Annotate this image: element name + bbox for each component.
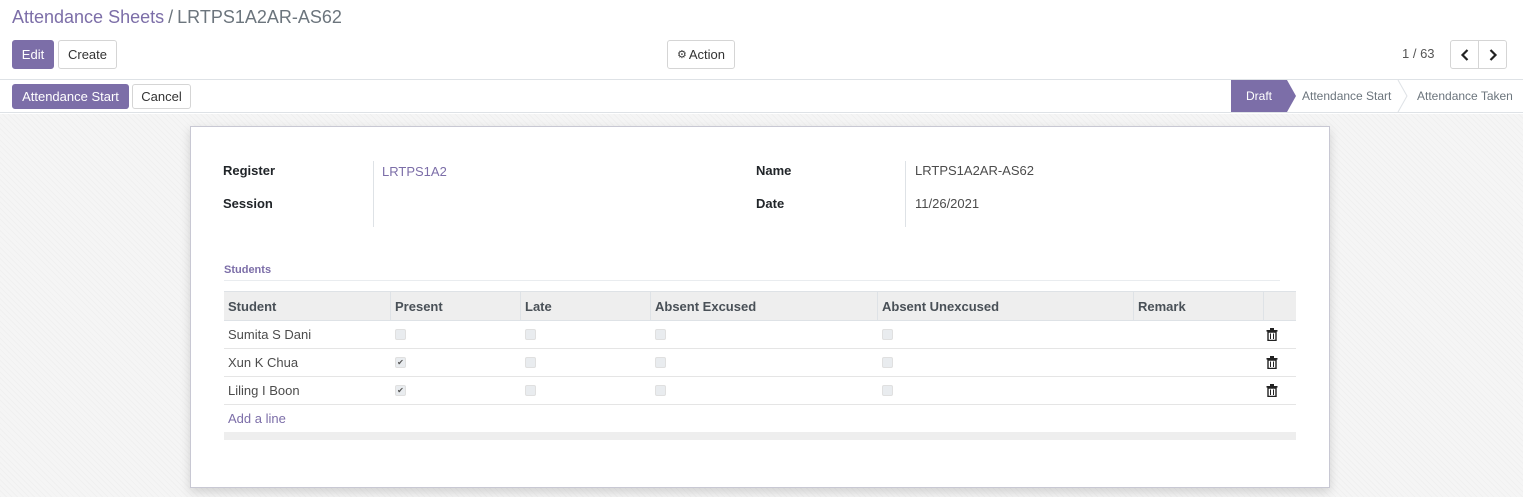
present-checkbox[interactable]: ✔ xyxy=(395,385,406,396)
breadcrumb-separator: / xyxy=(168,7,174,27)
attendance-start-button[interactable]: Attendance Start xyxy=(12,84,129,109)
remark-cell[interactable] xyxy=(1134,377,1264,404)
table-row[interactable]: Xun K Chua ✔ xyxy=(224,349,1296,377)
student-name[interactable]: Sumita S Dani xyxy=(224,321,391,348)
session-label: Session xyxy=(223,196,273,211)
name-label: Name xyxy=(756,163,792,178)
register-link[interactable]: LRTPS1A2 xyxy=(382,164,447,179)
add-line-row: Add a line xyxy=(224,405,1296,432)
control-panel: Attendance Sheets / LRTPS1A2AR-AS62 Edit C… xyxy=(0,0,1523,80)
table-row[interactable]: Sumita S Dani xyxy=(224,321,1296,349)
gear-icon: ⚙ xyxy=(676,49,687,61)
column-header-student[interactable]: Student xyxy=(224,292,391,320)
stage-draft-arrow xyxy=(1287,80,1296,112)
present-checkbox[interactable] xyxy=(395,329,406,340)
stage-attendance-start[interactable]: Attendance Start xyxy=(1302,80,1391,112)
absent-unexcused-checkbox[interactable] xyxy=(882,329,893,340)
absent-excused-checkbox[interactable] xyxy=(655,385,666,396)
field-divider xyxy=(373,161,374,227)
action-button-label: Action xyxy=(688,47,725,62)
add-line-link[interactable]: Add a line xyxy=(228,411,286,426)
column-header-absent-excused[interactable]: Absent Excused xyxy=(651,292,878,320)
column-header-actions xyxy=(1264,292,1296,320)
late-checkbox[interactable] xyxy=(525,357,536,368)
trash-icon[interactable] xyxy=(1266,356,1278,369)
student-name[interactable]: Liling I Boon xyxy=(224,377,391,404)
date-label: Date xyxy=(756,196,785,211)
absent-excused-checkbox[interactable] xyxy=(655,357,666,368)
stage-separator xyxy=(1397,80,1408,112)
column-header-late[interactable]: Late xyxy=(521,292,651,320)
field-divider xyxy=(905,161,906,227)
column-header-present[interactable]: Present xyxy=(391,292,521,320)
breadcrumb-current: LRTPS1A2AR-AS62 xyxy=(177,7,342,27)
statusbar: Attendance Start Cancel Draft Attendance… xyxy=(0,80,1523,113)
name-value: LRTPS1A2AR-AS62 xyxy=(915,163,1034,178)
pager-value[interactable]: 1 / 63 xyxy=(1402,46,1435,61)
remark-cell[interactable] xyxy=(1134,349,1264,376)
edit-button[interactable]: Edit xyxy=(12,40,54,69)
table-footer xyxy=(224,432,1296,440)
absent-unexcused-checkbox[interactable] xyxy=(882,357,893,368)
breadcrumb-parent-link[interactable]: Attendance Sheets xyxy=(12,7,164,27)
absent-unexcused-checkbox[interactable] xyxy=(882,385,893,396)
create-button[interactable]: Create xyxy=(58,40,117,69)
date-value: 11/26/2021 xyxy=(915,196,980,211)
register-label: Register xyxy=(223,163,276,178)
table-header: Student Present Late Absent Excused Abse… xyxy=(224,291,1296,321)
late-checkbox[interactable] xyxy=(525,385,536,396)
chevron-right-icon xyxy=(1489,48,1497,61)
table-row[interactable]: Liling I Boon ✔ xyxy=(224,377,1296,405)
column-header-remark[interactable]: Remark xyxy=(1134,292,1264,320)
late-checkbox[interactable] xyxy=(525,329,536,340)
pager-next-button[interactable] xyxy=(1478,40,1507,69)
form-sheet: Register LRTPS1A2 Session Name LRTPS1A2A… xyxy=(190,126,1330,488)
student-name[interactable]: Xun K Chua xyxy=(224,349,391,376)
absent-excused-checkbox[interactable] xyxy=(655,329,666,340)
trash-icon[interactable] xyxy=(1266,328,1278,341)
stage-attendance-taken[interactable]: Attendance Taken xyxy=(1417,80,1513,112)
breadcrumb: Attendance Sheets / LRTPS1A2AR-AS62 xyxy=(12,6,342,28)
action-button[interactable]: ⚙ Action xyxy=(667,40,735,69)
remark-cell[interactable] xyxy=(1134,321,1264,348)
pager-previous-button[interactable] xyxy=(1450,40,1479,69)
trash-icon[interactable] xyxy=(1266,384,1278,397)
students-table: Student Present Late Absent Excused Abse… xyxy=(224,291,1296,440)
stage-draft: Draft xyxy=(1231,80,1287,112)
column-header-absent-unexcused[interactable]: Absent Unexcused xyxy=(878,292,1134,320)
students-section-title: Students xyxy=(224,264,1280,281)
cancel-button[interactable]: Cancel xyxy=(132,84,191,109)
present-checkbox[interactable]: ✔ xyxy=(395,357,406,368)
chevron-left-icon xyxy=(1460,48,1468,61)
